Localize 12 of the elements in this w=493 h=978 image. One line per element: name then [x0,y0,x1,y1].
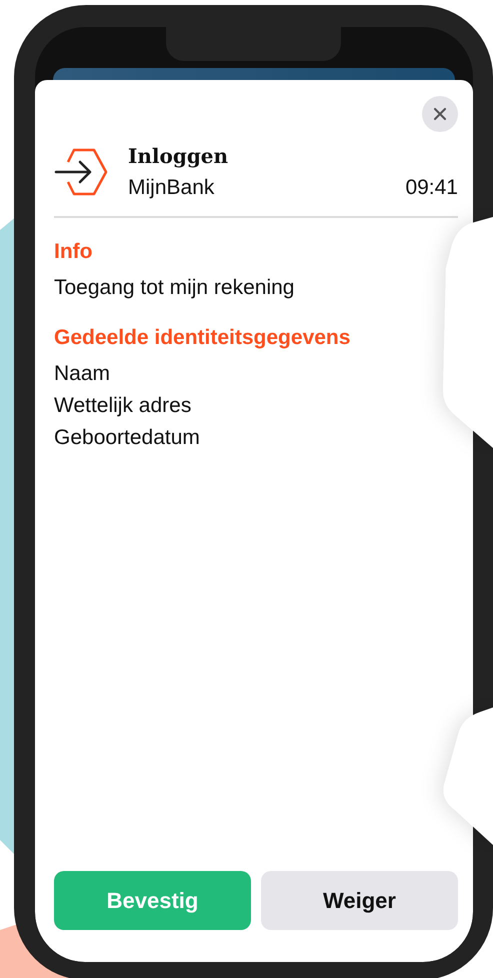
section-heading: Info [54,240,94,264]
section-text: Toegang tot mijn rekening [54,275,296,301]
login-arrow-icon [54,148,108,196]
request-title: Inloggen [128,144,230,168]
section-text: Wettelijk adres [54,393,192,419]
section-text: Geboortedatum [54,425,201,451]
section-heading: Gedeelde identiteitsgegevens [54,326,352,350]
request-time: 09:41 [405,176,458,200]
app-name: MijnBank [128,176,214,200]
decline-button[interactable]: Weiger [261,871,458,930]
section-text: Naam [54,361,112,387]
close-button[interactable] [422,96,458,132]
